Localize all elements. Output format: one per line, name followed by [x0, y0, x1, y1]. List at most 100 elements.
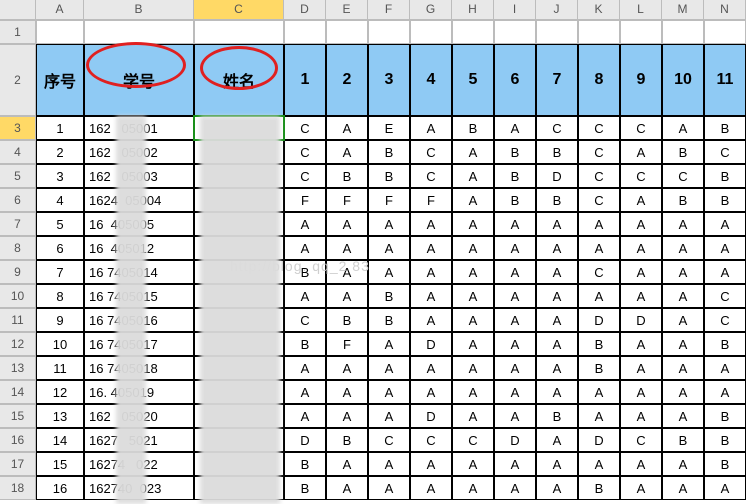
cell-id[interactable]: 162 05001: [84, 116, 194, 140]
cell-grade[interactable]: B: [662, 140, 704, 164]
empty-cell[interactable]: [368, 20, 410, 44]
cell-grade[interactable]: A: [284, 236, 326, 260]
header-col-10[interactable]: 10: [662, 44, 704, 116]
column-header-B[interactable]: B: [84, 0, 194, 20]
cell-grade[interactable]: B: [662, 188, 704, 212]
column-header-H[interactable]: H: [452, 0, 494, 20]
row-header[interactable]: 18: [0, 476, 36, 500]
header-col-7[interactable]: 7: [536, 44, 578, 116]
cell-name[interactable]: [194, 308, 284, 332]
cell-grade[interactable]: B: [284, 260, 326, 284]
cell-grade[interactable]: A: [410, 260, 452, 284]
cell-name[interactable]: [194, 260, 284, 284]
header-col-6[interactable]: 6: [494, 44, 536, 116]
cell-name[interactable]: [194, 428, 284, 452]
cell-grade[interactable]: A: [326, 236, 368, 260]
cell-grade[interactable]: A: [452, 452, 494, 476]
cell-grade[interactable]: A: [620, 380, 662, 404]
cell-grade[interactable]: A: [662, 308, 704, 332]
cell-name[interactable]: [194, 188, 284, 212]
cell-id[interactable]: 16 7405014: [84, 260, 194, 284]
cell-seq[interactable]: 11: [36, 356, 84, 380]
cell-grade[interactable]: A: [662, 116, 704, 140]
cell-id[interactable]: 16 405012: [84, 236, 194, 260]
header-col-2[interactable]: 2: [326, 44, 368, 116]
cell-seq[interactable]: 3: [36, 164, 84, 188]
cell-grade[interactable]: A: [494, 404, 536, 428]
row-header[interactable]: 17: [0, 452, 36, 476]
cell-grade[interactable]: A: [704, 476, 746, 500]
cell-id[interactable]: 162 05002: [84, 140, 194, 164]
cell-grade[interactable]: D: [410, 404, 452, 428]
cell-grade[interactable]: D: [620, 308, 662, 332]
cell-grade[interactable]: C: [368, 428, 410, 452]
cell-grade[interactable]: A: [578, 404, 620, 428]
empty-cell[interactable]: [36, 20, 84, 44]
cell-grade[interactable]: A: [452, 476, 494, 500]
cell-id[interactable]: 16 7405015: [84, 284, 194, 308]
column-header-C[interactable]: C: [194, 0, 284, 20]
cell-grade[interactable]: A: [368, 476, 410, 500]
cell-grade[interactable]: B: [452, 116, 494, 140]
cell-grade[interactable]: A: [536, 452, 578, 476]
empty-cell[interactable]: [84, 20, 194, 44]
cell-grade[interactable]: A: [326, 476, 368, 500]
cell-grade[interactable]: C: [704, 284, 746, 308]
cell-grade[interactable]: A: [452, 404, 494, 428]
cell-grade[interactable]: A: [368, 260, 410, 284]
cell-grade[interactable]: C: [284, 164, 326, 188]
cell-name[interactable]: [194, 356, 284, 380]
cell-name[interactable]: [194, 212, 284, 236]
cell-grade[interactable]: A: [536, 260, 578, 284]
cell-seq[interactable]: 5: [36, 212, 84, 236]
empty-cell[interactable]: [704, 20, 746, 44]
empty-cell[interactable]: [578, 20, 620, 44]
cell-grade[interactable]: A: [284, 212, 326, 236]
column-header-D[interactable]: D: [284, 0, 326, 20]
cell-grade[interactable]: A: [536, 236, 578, 260]
cell-grade[interactable]: F: [326, 188, 368, 212]
cell-grade[interactable]: B: [368, 140, 410, 164]
cell-grade[interactable]: A: [704, 236, 746, 260]
cell-grade[interactable]: A: [662, 476, 704, 500]
row-header[interactable]: 11: [0, 308, 36, 332]
column-header-J[interactable]: J: [536, 0, 578, 20]
cell-grade[interactable]: A: [620, 284, 662, 308]
cell-grade[interactable]: A: [494, 236, 536, 260]
cell-grade[interactable]: A: [326, 284, 368, 308]
header-col-8[interactable]: 8: [578, 44, 620, 116]
cell-grade[interactable]: B: [578, 356, 620, 380]
cell-grade[interactable]: B: [704, 404, 746, 428]
cell-grade[interactable]: A: [536, 380, 578, 404]
row-header[interactable]: 15: [0, 404, 36, 428]
header-col-3[interactable]: 3: [368, 44, 410, 116]
row-header[interactable]: 2: [0, 44, 36, 116]
cell-id[interactable]: 16274 022: [84, 452, 194, 476]
cell-grade[interactable]: A: [536, 476, 578, 500]
cell-grade[interactable]: A: [620, 332, 662, 356]
cell-grade[interactable]: B: [368, 164, 410, 188]
cell-grade[interactable]: A: [452, 380, 494, 404]
cell-grade[interactable]: F: [410, 188, 452, 212]
cell-grade[interactable]: A: [284, 404, 326, 428]
cell-grade[interactable]: A: [662, 284, 704, 308]
cell-grade[interactable]: C: [578, 188, 620, 212]
cell-grade[interactable]: B: [284, 476, 326, 500]
cell-grade[interactable]: A: [410, 356, 452, 380]
cell-seq[interactable]: 9: [36, 308, 84, 332]
row-header[interactable]: 8: [0, 236, 36, 260]
cell-grade[interactable]: B: [326, 164, 368, 188]
column-header-E[interactable]: E: [326, 0, 368, 20]
cell-grade[interactable]: B: [368, 284, 410, 308]
cell-grade[interactable]: C: [578, 116, 620, 140]
cell-grade[interactable]: A: [578, 236, 620, 260]
cell-grade[interactable]: D: [536, 164, 578, 188]
cell-seq[interactable]: 15: [36, 452, 84, 476]
cell-name[interactable]: [194, 284, 284, 308]
header-col-5[interactable]: 5: [452, 44, 494, 116]
cell-id[interactable]: 1624 05004: [84, 188, 194, 212]
cell-name[interactable]: [194, 380, 284, 404]
cell-grade[interactable]: B: [704, 164, 746, 188]
row-header[interactable]: 6: [0, 188, 36, 212]
column-header-N[interactable]: N: [704, 0, 746, 20]
